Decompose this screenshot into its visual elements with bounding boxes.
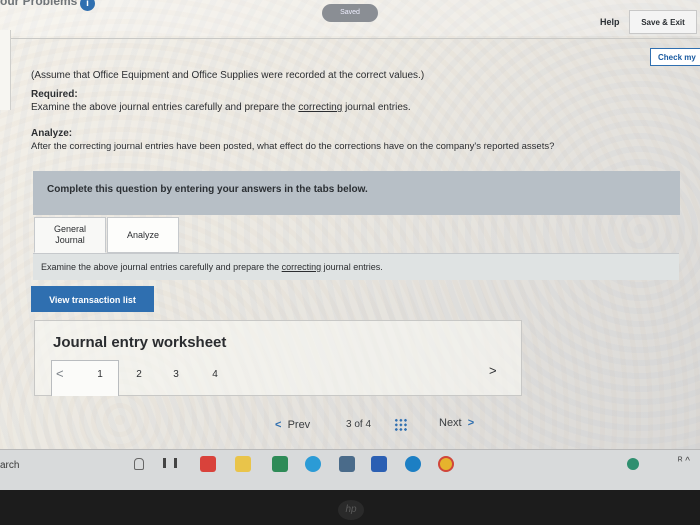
tab-panel-text-link: correcting <box>281 262 322 272</box>
question-counter-current: 3 <box>346 419 352 430</box>
app-red-icon[interactable] <box>200 456 216 472</box>
app-green-icon[interactable] <box>272 456 288 472</box>
analyze-heading: Analyze: <box>31 128 73 139</box>
question-counter-total: 4 <box>365 419 372 430</box>
info-icon[interactable]: i <box>80 0 95 11</box>
taskbar-search-label[interactable]: arch <box>0 460 19 471</box>
windows-taskbar: arch ᴿ ^ <box>0 449 700 490</box>
required-heading: Required: <box>31 89 78 100</box>
tab-analyze[interactable]: Analyze <box>107 217 179 253</box>
prev-button[interactable]: < Prev <box>275 419 310 431</box>
store-icon[interactable] <box>235 456 251 472</box>
check-my-work-button[interactable]: Check my <box>650 48 700 66</box>
microphone-icon[interactable] <box>134 458 144 470</box>
top-bar: our Problems i Saved Help Save & Exit <box>0 0 700 36</box>
tab-general-journal[interactable]: General Journal <box>34 217 106 253</box>
prev-chevron-icon: < <box>275 419 282 431</box>
brand-title: our Problems <box>0 0 78 8</box>
tab-panel-text-post: journal entries. <box>321 262 383 272</box>
analyze-text: After the correcting journal entries hav… <box>31 141 555 152</box>
assumption-text: (Assume that Office Equipment and Office… <box>31 70 425 81</box>
complete-question-text: Complete this question by entering your … <box>47 184 368 195</box>
tab-panel-instructions: Examine the above journal entries carefu… <box>33 253 679 280</box>
app-blue-round-icon[interactable] <box>405 456 421 472</box>
required-text: Examine the above journal entries carefu… <box>31 102 411 113</box>
required-text-pre: Examine the above journal entries carefu… <box>31 102 299 113</box>
view-transaction-list-button[interactable]: View transaction list <box>31 286 154 312</box>
tab-panel-text: Examine the above journal entries carefu… <box>41 262 383 272</box>
saved-status-badge: Saved <box>322 4 378 22</box>
help-link[interactable]: Help <box>600 17 620 27</box>
page-number-4[interactable]: 4 <box>204 369 226 380</box>
side-panel-edge <box>0 30 11 110</box>
page-number-2[interactable]: 2 <box>128 369 150 380</box>
question-grid-icon[interactable] <box>394 418 408 432</box>
page-number-1[interactable]: 1 <box>89 369 111 380</box>
edge-browser-icon[interactable] <box>305 456 321 472</box>
header-divider <box>0 38 700 39</box>
pager-next-arrow-icon[interactable]: > <box>489 363 497 378</box>
required-text-link: correcting <box>298 102 343 113</box>
page-number-3[interactable]: 3 <box>165 369 187 380</box>
prev-label: Prev <box>287 419 311 431</box>
chrome-icon[interactable] <box>438 456 454 472</box>
screen: our Problems i Saved Help Save & Exit Ch… <box>0 0 700 490</box>
required-text-post: journal entries. <box>342 102 411 113</box>
question-counter: 3 of 4 <box>346 419 371 430</box>
app-mail-icon[interactable] <box>339 456 355 472</box>
pager-prev-arrow-icon[interactable]: < <box>56 366 64 381</box>
word-icon[interactable] <box>371 456 387 472</box>
tray-app-icon[interactable] <box>627 458 639 470</box>
worksheet-title: Journal entry worksheet <box>53 334 227 351</box>
system-tray-icons[interactable]: ᴿ ^ <box>678 456 690 467</box>
tab-general-journal-line1: General <box>53 224 87 234</box>
save-exit-button[interactable]: Save & Exit <box>629 10 697 34</box>
next-button[interactable]: Next > <box>439 417 474 429</box>
tab-panel-text-pre: Examine the above journal entries carefu… <box>41 262 282 272</box>
next-label: Next <box>439 417 462 429</box>
hp-logo-icon: hp <box>338 500 364 520</box>
question-counter-of: of <box>354 419 363 430</box>
tab-general-journal-line2: Journal <box>55 235 85 245</box>
next-chevron-icon: > <box>467 417 475 429</box>
task-view-icon[interactable] <box>163 458 177 468</box>
complete-question-banner: Complete this question by entering your … <box>33 171 680 215</box>
